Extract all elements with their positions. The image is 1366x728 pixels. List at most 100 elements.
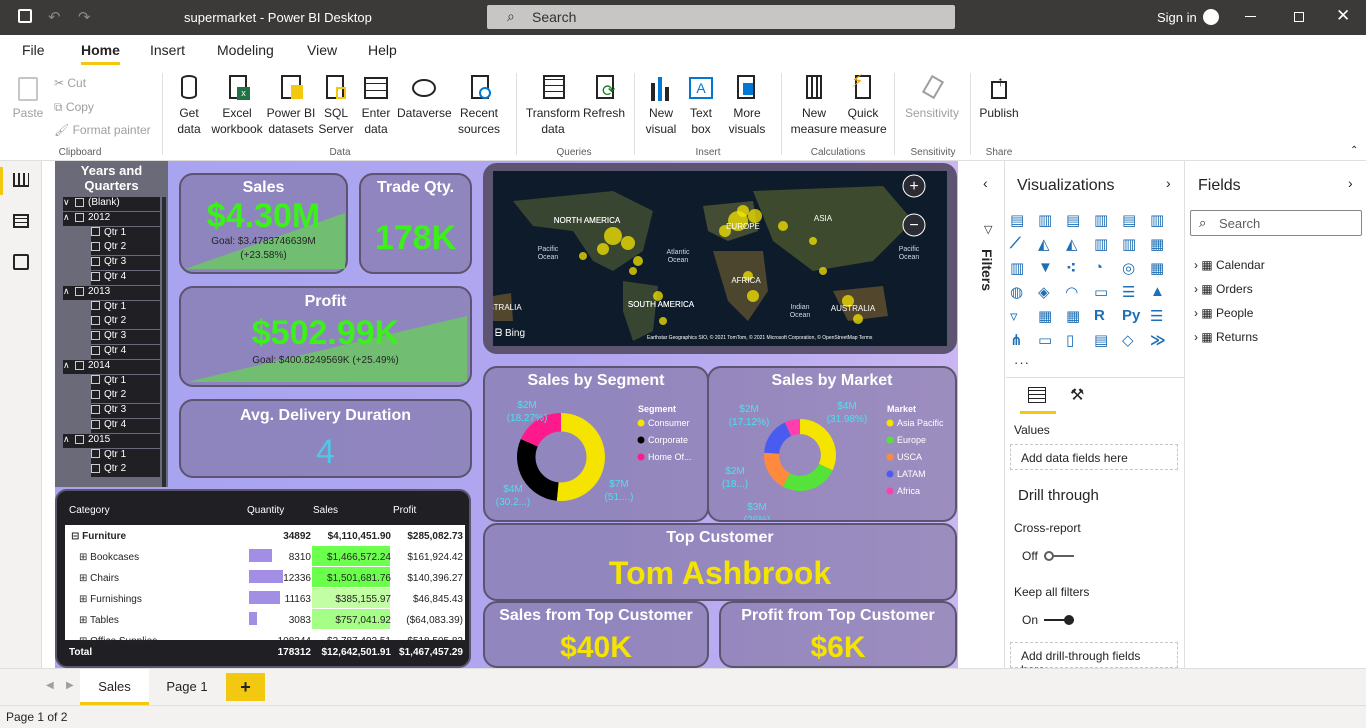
map-bubble[interactable] bbox=[747, 290, 759, 302]
legend-item[interactable]: USCA bbox=[897, 452, 922, 462]
tab-modeling[interactable]: Modeling bbox=[217, 42, 274, 58]
more-visuals-button[interactable]: More visuals bbox=[722, 73, 772, 137]
slicer-item[interactable]: Qtr 4 bbox=[91, 271, 160, 285]
line-column-chart-icon[interactable]: ▥ bbox=[1094, 235, 1112, 253]
donut-chart-icon[interactable]: ◎ bbox=[1122, 259, 1140, 277]
stacked-bar-chart-icon[interactable]: ▤ bbox=[1010, 211, 1028, 229]
get-data-button[interactable]: Get data bbox=[170, 73, 208, 137]
format-painter-button[interactable]: 🖌 Format painter bbox=[54, 122, 151, 138]
expand-chevron-icon[interactable]: ∧ bbox=[63, 434, 75, 445]
checkbox[interactable] bbox=[91, 464, 100, 474]
power-apps-icon[interactable]: ◇ bbox=[1122, 331, 1140, 349]
sql-server-button[interactable]: SQL Server bbox=[318, 73, 354, 137]
card-icon[interactable]: ▭ bbox=[1094, 283, 1112, 301]
keep-all-filters-toggle[interactable] bbox=[1044, 615, 1074, 625]
slicer-item[interactable]: Qtr 3 bbox=[91, 256, 160, 271]
chevron-right-icon[interactable]: › bbox=[1348, 175, 1353, 191]
clustered-bar-chart-icon[interactable]: ▤ bbox=[1066, 211, 1084, 229]
multi-row-card-icon[interactable]: ☰ bbox=[1122, 283, 1140, 301]
legend-item[interactable]: LATAM bbox=[897, 469, 926, 479]
pie-chart-icon[interactable]: ◔ bbox=[1094, 259, 1112, 276]
tab-insert[interactable]: Insert bbox=[150, 42, 185, 58]
fields-search-input[interactable]: ⌕ Search bbox=[1190, 210, 1362, 236]
checkbox[interactable] bbox=[91, 242, 100, 252]
page-tab-sales[interactable]: Sales bbox=[80, 669, 149, 705]
checkbox[interactable] bbox=[91, 316, 100, 326]
map-bubble[interactable] bbox=[778, 221, 788, 231]
text-box-button[interactable]: A Text box bbox=[684, 73, 718, 137]
slicer-item[interactable]: Qtr 4 bbox=[91, 345, 160, 359]
sales-kpi-card[interactable]: Sales $4.30M Goal: $3.4783746639M (+23.5… bbox=[179, 173, 348, 274]
next-page-icon[interactable]: ▶ bbox=[66, 680, 74, 691]
legend-item[interactable]: Africa bbox=[897, 486, 920, 496]
checkbox[interactable] bbox=[91, 449, 100, 459]
sales-by-market-card[interactable]: Sales by Market $4M(31.98%)$3M(26%)$2M(1… bbox=[707, 366, 957, 522]
tab-file[interactable]: File bbox=[22, 42, 45, 58]
kpi-icon[interactable]: ▲ bbox=[1150, 283, 1168, 300]
more-options-icon[interactable]: ··· bbox=[1014, 355, 1030, 370]
treemap-icon[interactable]: ▦ bbox=[1150, 259, 1168, 277]
checkbox[interactable] bbox=[75, 360, 84, 370]
checkbox[interactable] bbox=[75, 197, 84, 207]
field-table-people[interactable]: › ▦ People bbox=[1194, 306, 1253, 320]
map-bubble[interactable] bbox=[737, 205, 749, 217]
redo-icon[interactable]: ↷ bbox=[78, 8, 91, 26]
map-bubble[interactable] bbox=[819, 267, 827, 275]
chevron-right-icon[interactable]: › bbox=[1166, 175, 1171, 191]
avg-delivery-card[interactable]: Avg. Delivery Duration 4 bbox=[179, 399, 472, 478]
slicer-item[interactable]: Qtr 1 bbox=[91, 448, 160, 463]
line-clustered-column-icon[interactable]: ▥ bbox=[1122, 235, 1140, 253]
funnel-chart-icon[interactable]: ▼ bbox=[1038, 259, 1056, 276]
cross-report-toggle[interactable] bbox=[1044, 551, 1074, 561]
enter-data-button[interactable]: Enter data bbox=[358, 73, 394, 137]
checkbox[interactable] bbox=[91, 419, 100, 429]
scatter-chart-icon[interactable]: ⁖ bbox=[1066, 259, 1084, 277]
tab-home[interactable]: Home bbox=[81, 42, 120, 65]
map-bubble[interactable] bbox=[604, 227, 622, 245]
smart-narrative-icon[interactable]: ▯ bbox=[1066, 331, 1084, 349]
drill-through-drop-zone[interactable]: Add drill-through fields here bbox=[1010, 642, 1178, 677]
donut-slice[interactable] bbox=[800, 419, 836, 471]
refresh-button[interactable]: ⟳ Refresh bbox=[582, 73, 626, 121]
cut-button[interactable]: ✂ Cut bbox=[54, 75, 86, 91]
map-card[interactable]: NORTH AMERICA NORTH AMERICA EUROPE ASIA AFRI… bbox=[483, 163, 957, 354]
market-donut-chart[interactable]: $4M (31.98%) $3M (26%) $2M (18...) $2M (17.12%)… bbox=[709, 388, 955, 520]
power-automate-icon[interactable]: ≫ bbox=[1150, 331, 1168, 349]
map-bubble[interactable] bbox=[809, 237, 817, 245]
sign-in-link[interactable]: Sign in bbox=[1157, 10, 1197, 25]
map-bubble[interactable] bbox=[659, 317, 667, 325]
map-bubble[interactable] bbox=[633, 256, 643, 266]
slicer-item[interactable]: ∧ 2014 bbox=[63, 359, 160, 374]
slicer-item[interactable]: Qtr 4 bbox=[91, 419, 160, 433]
filled-map-icon[interactable]: ◈ bbox=[1038, 283, 1056, 301]
100-column-chart-icon[interactable]: ▥ bbox=[1150, 211, 1168, 229]
slicer-item[interactable]: Qtr 3 bbox=[91, 404, 160, 419]
donut-slice[interactable] bbox=[556, 413, 605, 501]
quick-measure-button[interactable]: ⚡ Quick measure bbox=[840, 72, 887, 137]
collapse-ribbon-icon[interactable]: ⌃ bbox=[1350, 145, 1358, 156]
donut-slice[interactable] bbox=[517, 438, 559, 501]
category-matrix[interactable]: Category Quantity Sales Profit ⊟ Furniture 34… bbox=[55, 489, 471, 668]
data-view-icon[interactable] bbox=[13, 214, 29, 228]
slicer-item[interactable]: Qtr 1 bbox=[91, 226, 160, 241]
save-icon[interactable] bbox=[18, 9, 32, 23]
slicer-item[interactable]: Qtr 2 bbox=[91, 315, 160, 330]
tab-view[interactable]: View bbox=[307, 42, 337, 58]
report-view-icon[interactable] bbox=[13, 173, 29, 187]
checkbox[interactable] bbox=[91, 331, 100, 341]
profit-top-customer-card[interactable]: Profit from Top Customer $6K bbox=[719, 601, 957, 668]
gauge-icon[interactable]: ◠ bbox=[1066, 283, 1084, 301]
dataverse-button[interactable]: Dataverse bbox=[397, 73, 452, 121]
expand-chevron-icon[interactable]: ∨ bbox=[63, 197, 75, 208]
filters-pane-collapsed[interactable]: ‹ ▽ Filters bbox=[975, 161, 1005, 705]
chevron-left-icon[interactable]: ‹ bbox=[983, 175, 988, 191]
excel-workbook-button[interactable]: x Excel workbook bbox=[209, 73, 265, 137]
key-influencers-icon[interactable]: ☰ bbox=[1150, 307, 1168, 325]
checkbox[interactable] bbox=[75, 434, 84, 444]
new-measure-button[interactable]: New measure bbox=[789, 73, 839, 137]
stacked-column-chart-icon[interactable]: ▥ bbox=[1038, 211, 1056, 229]
expand-chevron-icon[interactable]: ∧ bbox=[63, 286, 75, 297]
map-bubble[interactable] bbox=[621, 236, 635, 250]
maximize-icon[interactable] bbox=[1294, 12, 1304, 22]
waterfall-chart-icon[interactable]: ▥ bbox=[1010, 259, 1028, 277]
